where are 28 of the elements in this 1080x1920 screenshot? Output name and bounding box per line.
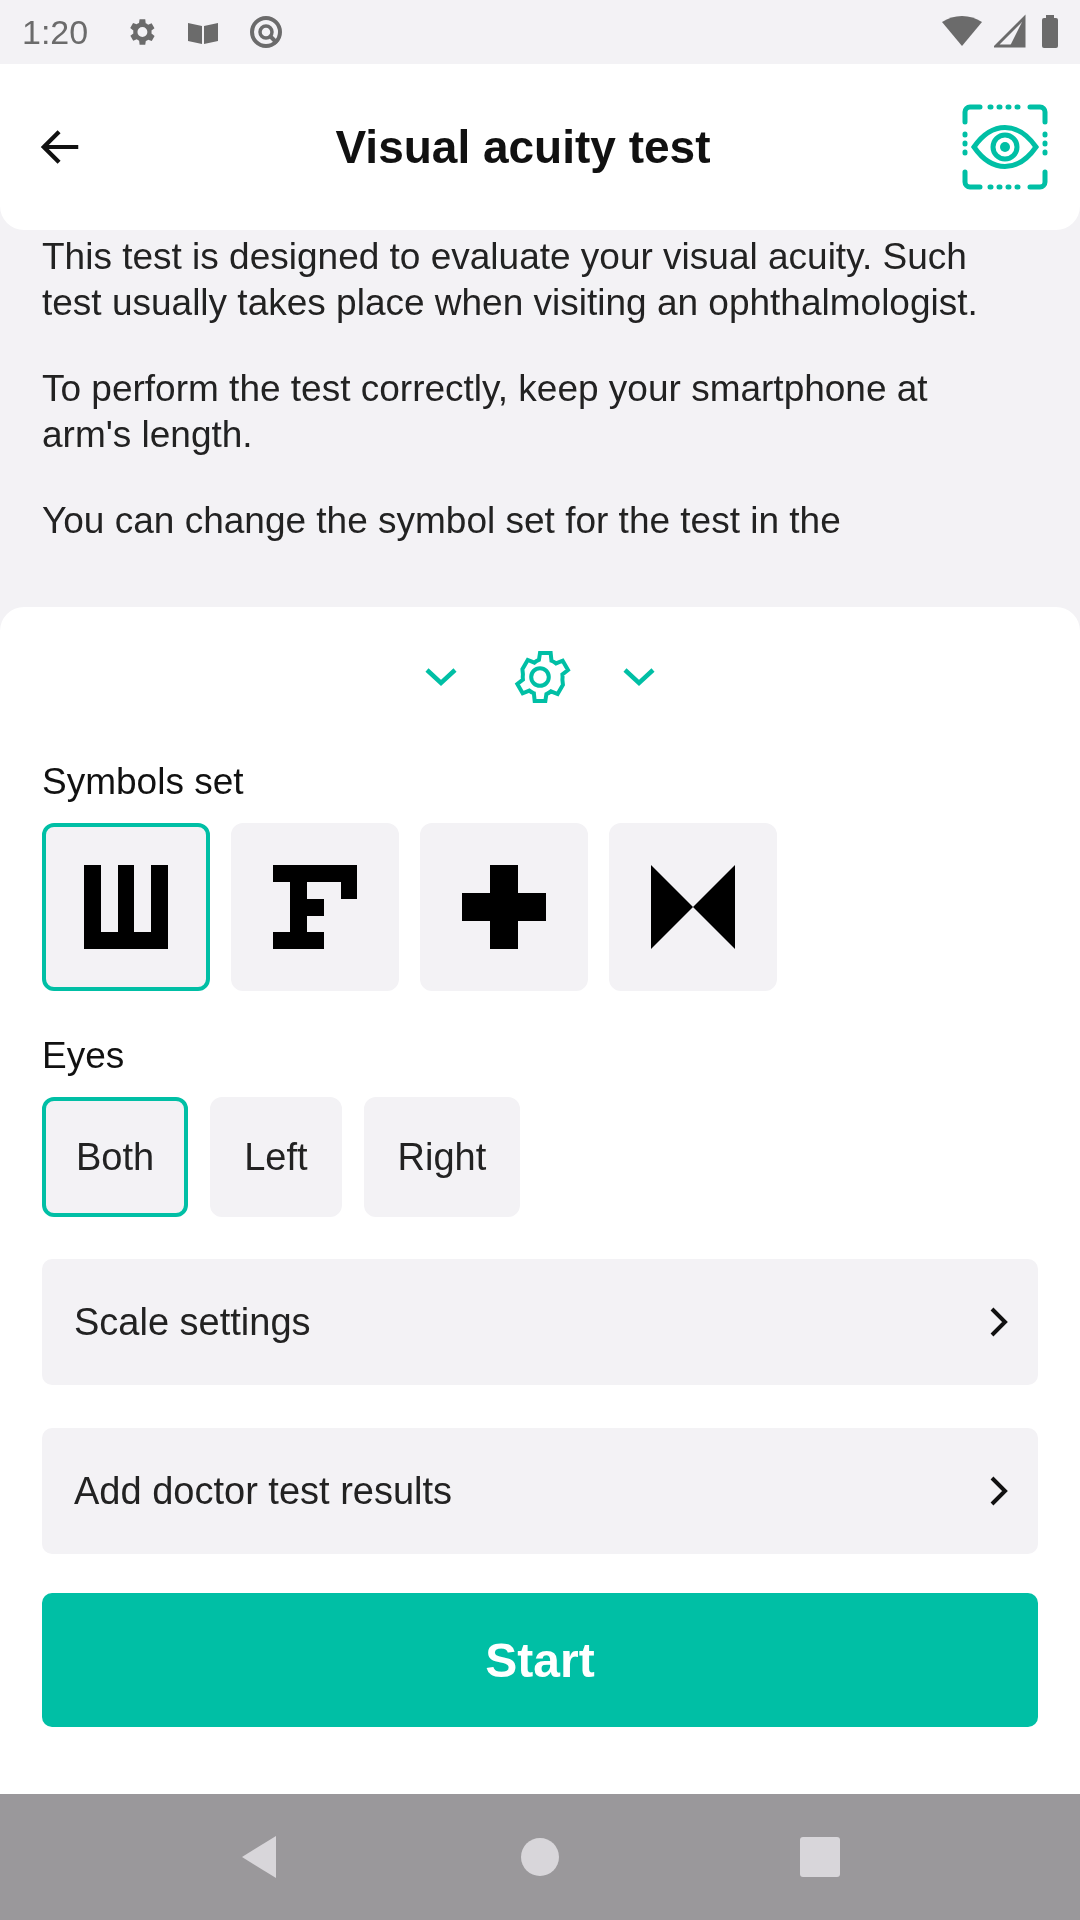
blocked-icon	[248, 14, 285, 50]
signal-icon	[994, 14, 1026, 50]
section-label: Eyes	[42, 1035, 126, 1077]
settings-row[interactable]: Add doctor test results	[42, 1428, 1038, 1554]
eye-option[interactable]: Left	[210, 1097, 342, 1217]
status-time: 1:20	[22, 12, 89, 52]
home-nav-icon[interactable]	[520, 1837, 560, 1877]
section-label: Symbols set	[42, 761, 245, 803]
settings-row[interactable]: Scale settings	[42, 1259, 1038, 1385]
chevron-right-icon	[988, 1305, 1010, 1339]
eye-option[interactable]: Both	[42, 1097, 189, 1217]
chevron-right-icon	[988, 1474, 1010, 1508]
screen-title: Visual acuity test	[335, 120, 711, 174]
row-label: Add doctor test results	[74, 1469, 453, 1513]
cross-icon	[462, 865, 546, 949]
f-symbol-icon	[273, 865, 357, 949]
description-paragraph: To perform the test correctly, keep your smartphone at arm's length.	[42, 367, 929, 457]
chevron-down-icon[interactable]	[424, 666, 458, 688]
eye-option[interactable]: Right	[363, 1097, 521, 1217]
e-symbol-icon	[84, 865, 168, 949]
symbol-option[interactable]	[42, 823, 210, 991]
description-paragraph: This test is designed to evaluate your visual acuity. Such test usually takes place when visiting an ophthalmologist.	[42, 235, 979, 325]
chevron-down-icon[interactable]	[622, 666, 656, 688]
battery-icon	[1042, 15, 1058, 49]
row-label: Scale settings	[74, 1300, 311, 1344]
eye-scan-icon[interactable]	[962, 104, 1048, 190]
bowtie-icon	[651, 865, 735, 949]
description-paragraph: You can change the symbol set for the test in the	[42, 499, 842, 543]
